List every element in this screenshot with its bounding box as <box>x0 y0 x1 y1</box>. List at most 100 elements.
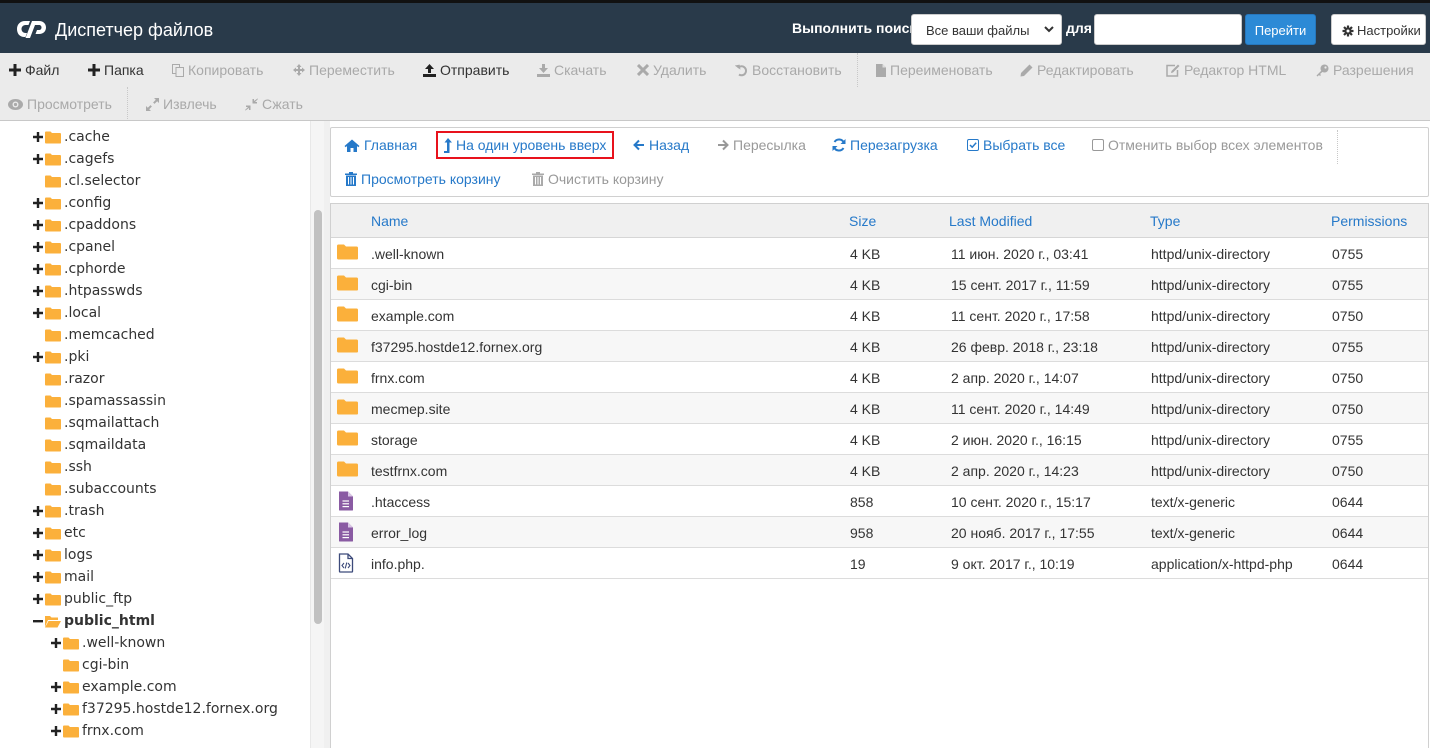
tree-item[interactable]: public_ftp <box>32 588 132 610</box>
column-header-last-modified[interactable]: Last Modified <box>949 213 1032 229</box>
file-name[interactable]: f37295.hostde12.fornex.org <box>371 339 542 355</box>
table-row[interactable]: .htaccess 858 10 сент. 2020 г., 15:17 text/… <box>331 486 1428 517</box>
empty-trash-button[interactable]: Очистить корзину <box>532 171 664 187</box>
file-name[interactable]: info.php. <box>371 556 425 572</box>
expand-plus-icon[interactable] <box>32 241 44 253</box>
expand-plus-icon[interactable] <box>32 571 44 583</box>
tree-item[interactable]: .memcached <box>32 324 155 346</box>
new-folder-button[interactable]: Папка <box>88 62 144 78</box>
file-name[interactable]: error_log <box>371 525 427 541</box>
tree-item[interactable]: frnx.com <box>50 720 144 742</box>
tree-item[interactable]: example.com <box>50 676 177 698</box>
file-name[interactable]: frnx.com <box>371 370 425 386</box>
permissions-button[interactable]: Разрешения <box>1316 62 1414 78</box>
tree-item[interactable]: .sqmaildata <box>32 434 146 456</box>
tree-item[interactable]: .cpanel <box>32 236 115 258</box>
column-header-name[interactable]: Name <box>371 213 408 229</box>
tree-item[interactable]: public_html <box>32 610 155 632</box>
nav-back-button[interactable]: Назад <box>633 137 689 153</box>
table-row[interactable]: error_log 958 20 нояб. 2017 г., 17:55 text/… <box>331 517 1428 548</box>
file-name[interactable]: .well-known <box>371 246 444 262</box>
file-name[interactable]: testfrnx.com <box>371 463 447 479</box>
rename-button[interactable]: Переименовать <box>876 62 993 78</box>
tree-item[interactable]: .cagefs <box>32 148 114 170</box>
nav-reload-button[interactable]: Перезагрузка <box>832 137 938 153</box>
nav-forward-button[interactable]: Пересылка <box>717 137 806 153</box>
file-name[interactable]: .htaccess <box>371 494 430 510</box>
tree-item[interactable]: cgi-bin <box>50 654 129 676</box>
tree-item[interactable]: .htpasswds <box>32 280 143 302</box>
table-row[interactable]: .well-known 4 KB 11 июн. 2020 г., 03:41 htt… <box>331 238 1428 269</box>
expand-plus-icon[interactable] <box>32 307 44 319</box>
view-trash-button[interactable]: Просмотреть корзину <box>345 171 501 187</box>
expand-plus-icon[interactable] <box>32 527 44 539</box>
search-scope-select[interactable]: Все ваши файлы <box>911 14 1062 45</box>
table-row[interactable]: mecmep.site 4 KB 11 сент. 2020 г., 14:49 ht… <box>331 393 1428 424</box>
delete-button[interactable]: Удалить <box>637 62 706 78</box>
file-name[interactable]: example.com <box>371 308 454 324</box>
new-file-button[interactable]: Файл <box>9 62 59 78</box>
table-row[interactable]: storage 4 KB 2 июн. 2020 г., 16:15 httpd/un… <box>331 424 1428 455</box>
tree-item[interactable]: .ssh <box>32 456 92 478</box>
tree-item[interactable]: .spamassassin <box>32 390 166 412</box>
expand-plus-icon[interactable] <box>32 593 44 605</box>
table-row[interactable]: cgi-bin 4 KB 15 сент. 2017 г., 11:59 httpd/… <box>331 269 1428 300</box>
copy-button[interactable]: Копировать <box>172 62 263 78</box>
expand-plus-icon[interactable] <box>32 153 44 165</box>
tree-item[interactable]: etc <box>32 522 86 544</box>
tree-item[interactable]: .cphorde <box>32 258 125 280</box>
expand-plus-icon[interactable] <box>32 197 44 209</box>
nav-deselect-all-button[interactable]: Отменить выбор всех элементов <box>1092 137 1323 153</box>
tree-item[interactable]: .local <box>32 302 101 324</box>
tree-item[interactable]: .well-known <box>50 632 165 654</box>
tree-item[interactable]: .razor <box>32 368 104 390</box>
table-row[interactable]: info.php. 19 9 окт. 2017 г., 10:19 applicat… <box>331 548 1428 579</box>
expand-plus-icon[interactable] <box>50 703 62 715</box>
tree-item[interactable]: .cl.selector <box>32 170 140 192</box>
table-row[interactable]: testfrnx.com 4 KB 2 апр. 2020 г., 14:23 htt… <box>331 455 1428 486</box>
tree-item[interactable]: mail <box>32 566 94 588</box>
tree-scrollbar-thumb[interactable] <box>314 210 322 624</box>
table-row[interactable]: frnx.com 4 KB 2 апр. 2020 г., 14:07 httpd/u… <box>331 362 1428 393</box>
restore-button[interactable]: Восстановить <box>735 62 842 78</box>
search-input[interactable] <box>1094 14 1242 45</box>
file-name[interactable]: mecmep.site <box>371 401 450 417</box>
column-header-permissions[interactable]: Permissions <box>1331 213 1407 229</box>
file-name[interactable]: cgi-bin <box>371 277 412 293</box>
edit-button[interactable]: Редактировать <box>1020 62 1134 78</box>
html-editor-button[interactable]: Редактор HTML <box>1166 62 1286 78</box>
expand-plus-icon[interactable] <box>32 285 44 297</box>
expand-plus-icon[interactable] <box>32 351 44 363</box>
expand-plus-icon[interactable] <box>32 263 44 275</box>
nav-up-one-level-button[interactable]: На один уровень вверх <box>443 137 606 153</box>
tree-item[interactable]: f37295.hostde12.fornex.org <box>50 698 278 720</box>
tree-item[interactable]: .cpaddons <box>32 214 136 236</box>
column-header-type[interactable]: Type <box>1150 213 1180 229</box>
tree-item[interactable]: .config <box>32 192 111 214</box>
table-row[interactable]: example.com 4 KB 11 сент. 2020 г., 17:58 ht… <box>331 300 1428 331</box>
view-button[interactable]: Просмотреть <box>8 96 112 112</box>
tree-item[interactable]: .cache <box>32 126 110 148</box>
file-name[interactable]: storage <box>371 432 418 448</box>
move-button[interactable]: Переместить <box>293 62 395 78</box>
upload-button[interactable]: Отправить <box>423 62 509 78</box>
nav-home-button[interactable]: Главная <box>344 137 417 153</box>
expand-plus-icon[interactable] <box>32 505 44 517</box>
tree-item[interactable]: .sqmailattach <box>32 412 159 434</box>
expand-plus-icon[interactable] <box>32 131 44 143</box>
expand-plus-icon[interactable] <box>50 637 62 649</box>
compress-button[interactable]: Сжать <box>245 96 303 112</box>
collapse-minus-icon[interactable] <box>32 615 44 627</box>
download-button[interactable]: Скачать <box>537 62 607 78</box>
expand-plus-icon[interactable] <box>50 681 62 693</box>
column-header-size[interactable]: Size <box>849 213 876 229</box>
table-row[interactable]: f37295.hostde12.fornex.org 4 KB 26 февр. 2… <box>331 331 1428 362</box>
tree-item[interactable]: .subaccounts <box>32 478 157 500</box>
expand-plus-icon[interactable] <box>50 725 62 737</box>
tree-item[interactable]: logs <box>32 544 93 566</box>
expand-plus-icon[interactable] <box>32 549 44 561</box>
tree-item[interactable]: .pki <box>32 346 89 368</box>
search-go-button[interactable]: Перейти <box>1245 14 1316 45</box>
expand-plus-icon[interactable] <box>32 219 44 231</box>
nav-select-all-button[interactable]: Выбрать все <box>967 137 1065 153</box>
